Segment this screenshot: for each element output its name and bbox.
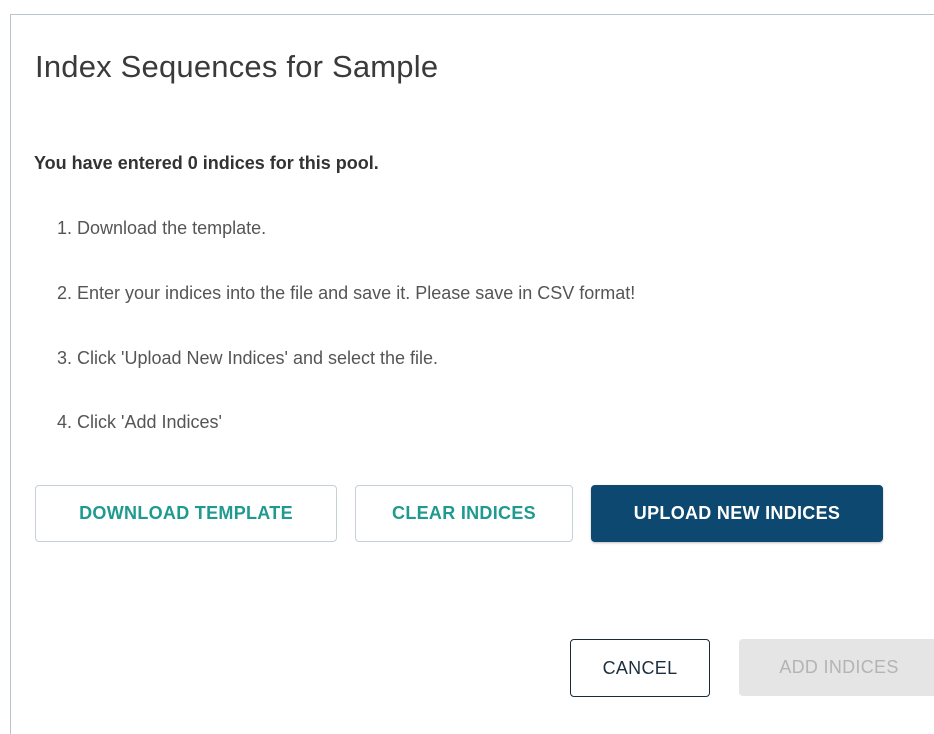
download-template-button[interactable]: DOWNLOAD TEMPLATE bbox=[35, 485, 337, 542]
instruction-step-2: 2. Enter your indices into the file and … bbox=[57, 283, 636, 303]
dialog-title: Index Sequences for Sample bbox=[35, 49, 439, 84]
cancel-button[interactable]: CANCEL bbox=[570, 639, 710, 697]
instruction-step-1: 1. Download the template. bbox=[57, 218, 267, 238]
clear-indices-button[interactable]: CLEAR INDICES bbox=[355, 485, 573, 542]
index-sequences-dialog: Index Sequences for Sample You have ente… bbox=[10, 14, 934, 734]
instruction-step-3: 3. Click 'Upload New Indices' and select… bbox=[57, 348, 439, 368]
add-indices-button: ADD INDICES bbox=[739, 639, 934, 696]
instruction-step-4: 4. Click 'Add Indices' bbox=[57, 412, 222, 432]
upload-new-indices-button[interactable]: UPLOAD NEW INDICES bbox=[591, 485, 883, 542]
indices-count-summary: You have entered 0 indices for this pool… bbox=[34, 153, 379, 173]
